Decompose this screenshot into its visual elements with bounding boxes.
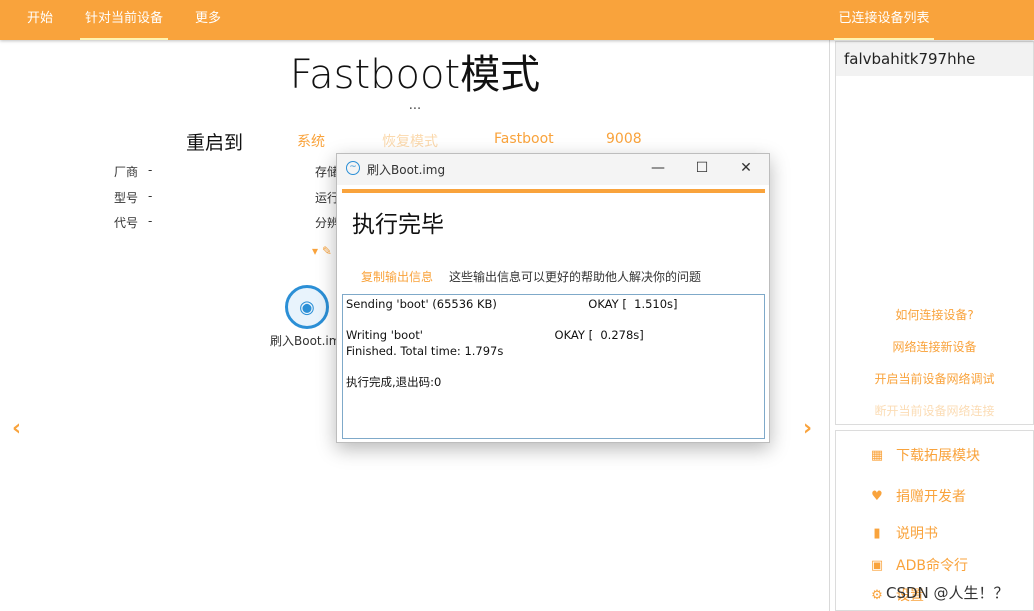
how-to-connect-link[interactable]: 如何连接设备? bbox=[836, 306, 1033, 323]
heart-icon: ♥ bbox=[871, 488, 883, 504]
watermark: CSDN @人生！？ bbox=[886, 584, 1009, 602]
grid-icon: ▦ bbox=[870, 447, 884, 463]
device-list-item[interactable]: falvbahitk797hhe bbox=[836, 42, 1033, 76]
reboot-9008-button[interactable]: 9008 bbox=[606, 131, 642, 147]
output-line: Writing 'boot' OKAY [ 0.278s] bbox=[346, 328, 644, 342]
network-connect-link[interactable]: 网络连接新设备 bbox=[836, 338, 1033, 355]
info-vendor: 厂商 - bbox=[114, 163, 152, 180]
ellipsis-indicator: ... bbox=[408, 98, 422, 113]
info-vendor-label: 厂商 bbox=[114, 165, 139, 179]
adb-shell-button[interactable]: ▣ ADB命令行 bbox=[870, 555, 968, 575]
device-list-panel: falvbahitk797hhe 如何连接设备? 网络连接新设备 开启当前设备网… bbox=[835, 41, 1034, 425]
info-codename-value: - bbox=[148, 214, 153, 228]
info-model-value: - bbox=[148, 189, 153, 203]
chevron-left-icon[interactable]: ‹ bbox=[12, 416, 21, 441]
close-icon[interactable]: ✕ bbox=[723, 154, 769, 185]
donate-button[interactable]: ♥ 捐赠开发者 bbox=[870, 486, 966, 506]
disc-flash-icon[interactable]: ◉ bbox=[285, 285, 329, 329]
book-icon: ▮ bbox=[873, 525, 881, 541]
maximize-icon[interactable]: ☐ bbox=[679, 154, 725, 185]
terminal-icon: ▣ bbox=[870, 557, 884, 573]
adb-shell-label: ADB命令行 bbox=[896, 558, 968, 574]
page-title: Fastboot模式 bbox=[289, 52, 541, 98]
info-vendor-value: - bbox=[148, 163, 153, 177]
manual-label: 说明书 bbox=[896, 526, 938, 542]
download-extensions-button[interactable]: ▦ 下载拓展模块 bbox=[870, 445, 980, 465]
donate-label: 捐赠开发者 bbox=[896, 489, 966, 505]
dialog-titlebar[interactable]: ~ 刷入Boot.img — ☐ ✕ bbox=[337, 154, 769, 185]
tab-start[interactable]: 开始 bbox=[20, 0, 60, 40]
disconnect-network-link[interactable]: 断开当前设备网络连接 bbox=[836, 402, 1033, 419]
manual-button[interactable]: ▮ 说明书 bbox=[870, 523, 938, 543]
info-codename: 代号 - bbox=[114, 214, 152, 231]
output-line: Finished. Total time: 1.797s bbox=[346, 343, 504, 358]
minimize-icon[interactable]: — bbox=[635, 154, 681, 185]
accent-bar bbox=[342, 189, 765, 193]
reboot-label: 重启到 bbox=[186, 132, 244, 154]
flash-boot-dialog: ~ 刷入Boot.img — ☐ ✕ 执行完毕 复制输出信息 这些输出信息可以更… bbox=[336, 153, 770, 443]
reboot-fastboot-button[interactable]: Fastboot bbox=[494, 131, 554, 147]
enable-network-debug-link[interactable]: 开启当前设备网络调试 bbox=[836, 370, 1033, 387]
app-icon: ~ bbox=[346, 161, 360, 175]
wrench-icon: ▾ ✎ bbox=[312, 244, 332, 258]
tab-current-device[interactable]: 针对当前设备 bbox=[80, 0, 168, 40]
info-codename-label: 代号 bbox=[114, 216, 139, 230]
copy-output-button[interactable]: 复制输出信息 bbox=[361, 268, 433, 285]
flash-boot-label[interactable]: 刷入Boot.img bbox=[270, 332, 336, 349]
gear-icon: ⚙ bbox=[871, 587, 883, 603]
copy-output-hint: 这些输出信息可以更好的帮助他人解决你的问题 bbox=[449, 270, 702, 284]
dialog-heading: 执行完毕 bbox=[352, 212, 444, 238]
chevron-right-icon[interactable]: › bbox=[803, 416, 812, 441]
output-line: Sending 'boot' (65536 KB) OKAY [ 1.510s] bbox=[346, 297, 678, 311]
reboot-system-button[interactable]: 系统 bbox=[297, 131, 325, 151]
download-extensions-label: 下载拓展模块 bbox=[896, 448, 980, 464]
output-line: 执行完成,退出码:0 bbox=[346, 374, 442, 389]
info-model: 型号 - bbox=[114, 189, 152, 206]
tab-connected-devices[interactable]: 已连接设备列表 bbox=[834, 0, 934, 40]
output-textbox[interactable]: Sending 'boot' (65536 KB) OKAY [ 1.510s]… bbox=[342, 294, 765, 439]
info-model-label: 型号 bbox=[114, 191, 139, 205]
dialog-title: 刷入Boot.img bbox=[367, 163, 446, 177]
top-navigation-bar: 开始 针对当前设备 更多 已连接设备列表 bbox=[0, 0, 1034, 40]
reboot-recovery-button[interactable]: 恢复模式 bbox=[382, 131, 438, 151]
tab-more[interactable]: 更多 bbox=[186, 0, 230, 40]
